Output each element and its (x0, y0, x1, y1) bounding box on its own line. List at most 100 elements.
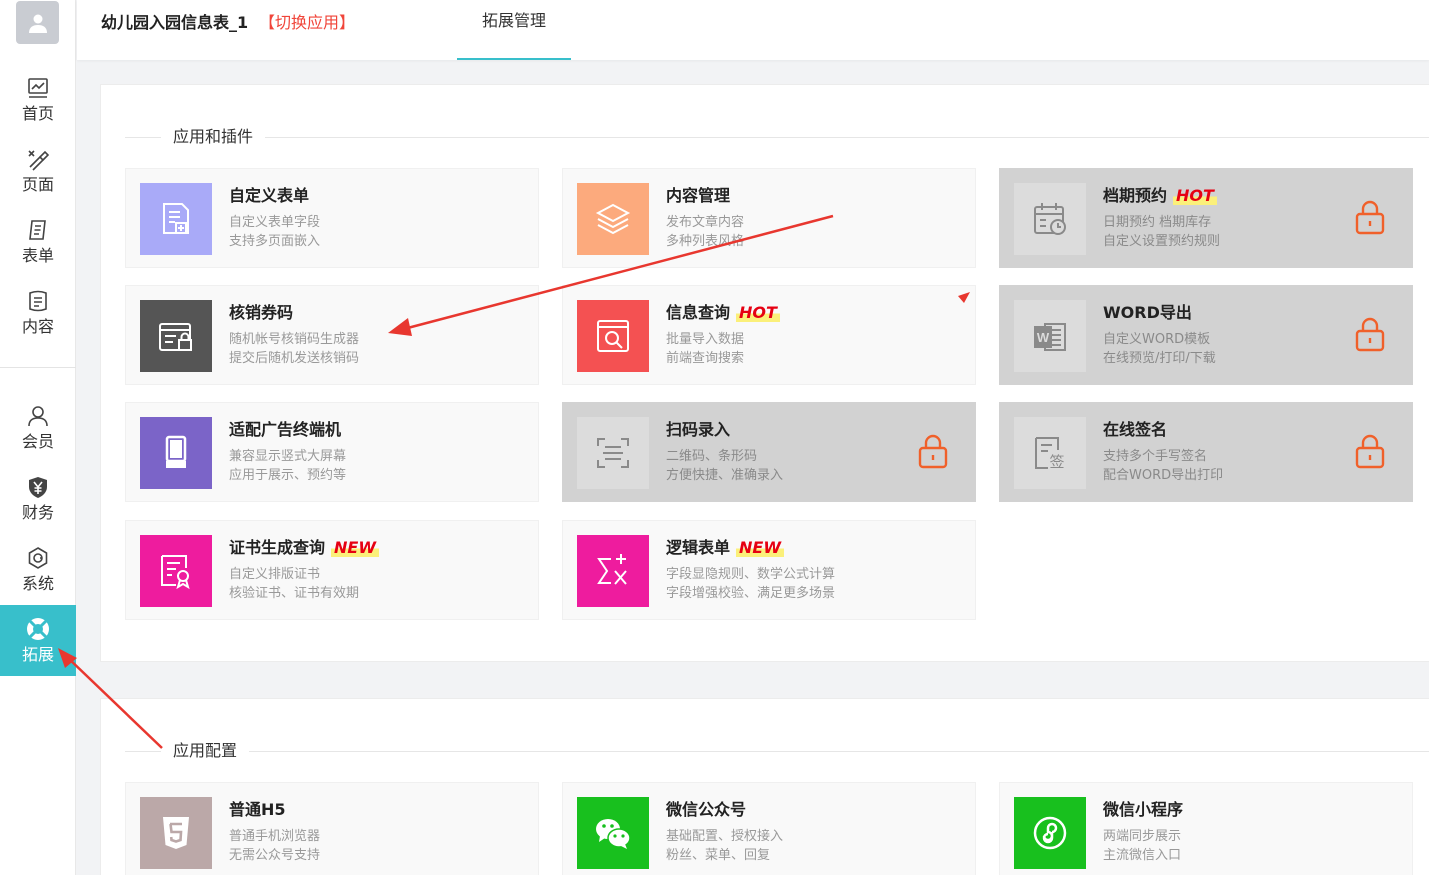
app-card[interactable]: 逻辑表单 NEW 字段显隐规则、数学公式计算 字段增强校验、满足更多场景 (562, 520, 976, 620)
signature-icon: 签 (1014, 417, 1086, 489)
card-description: 在线预览/打印/下载 (1103, 351, 1216, 366)
sidebar-divider (0, 367, 76, 368)
card-description: 方便快捷、准确录入 (666, 468, 784, 483)
doc-search-icon (577, 300, 649, 372)
card-title-text: 档期预约 (1103, 186, 1168, 205)
card-title: 内容管理 (666, 185, 730, 207)
sidebar-item-content[interactable]: 内容 (0, 277, 76, 348)
app-card[interactable]: W WORD导出 自定义WORD模板 在线预览/打印/下载 (999, 285, 1413, 385)
sidebar-item-page[interactable]: 页面 (0, 135, 76, 206)
sidebar-item-label: 财务 (21, 503, 54, 522)
miniprogram-icon (1014, 797, 1086, 869)
app-card[interactable]: 微信公众号 基础配置、授权接入 粉丝、菜单、回复 (562, 782, 976, 875)
app-card[interactable]: 内容管理 发布文章内容 多种列表风格 (562, 168, 976, 268)
card-description: 支持多页面嵌入 (229, 234, 321, 249)
card-title: 扫码录入 (666, 419, 730, 441)
card-description: 无需公众号支持 (229, 848, 321, 863)
sidebar-item-label: 会员 (21, 432, 54, 451)
card-title-text: WORD导出 (1103, 303, 1192, 322)
html5-icon (140, 797, 212, 869)
sidebar-item-extension[interactable]: 拓展 (0, 605, 76, 676)
sidebar-item-form[interactable]: 表单 (0, 206, 76, 277)
card-description: 主流微信入口 (1103, 848, 1182, 863)
card-title-text: 适配广告终端机 (229, 420, 342, 439)
card-title-text: 微信公众号 (666, 800, 747, 819)
card-title: 证书生成查询 NEW (229, 537, 379, 559)
card-badge: NEW (331, 538, 379, 557)
sidebar-item-finance[interactable]: 财务 (0, 463, 76, 534)
app-card[interactable]: 信息查询 HOT 批量导入数据 前端查询搜索 (562, 285, 976, 385)
svg-text:W: W (1037, 330, 1050, 345)
app-card[interactable]: 普通H5 普通手机浏览器 无需公众号支持 (125, 782, 539, 875)
switch-app-link[interactable]: 【切换应用】 (259, 12, 355, 34)
top-header: 幼儿园入园信息表_1 【切换应用】 拓展管理 (77, 0, 1429, 60)
gear-icon (25, 545, 51, 571)
card-description: 配合WORD导出打印 (1103, 468, 1224, 483)
calendar-clock-icon (1014, 183, 1086, 255)
form-icon (25, 217, 51, 243)
card-title: 自定义表单 (229, 185, 309, 207)
card-description: 普通手机浏览器 (229, 829, 321, 844)
card-title-text: 逻辑表单 (666, 538, 731, 557)
app-card[interactable]: 扫码录入 二维码、条形码 方便快捷、准确录入 (562, 402, 976, 502)
lock-icon (1354, 433, 1386, 469)
card-description: 应用于展示、预约等 (229, 468, 347, 483)
app-card[interactable]: 核销券码 随机帐号核销码生成器 提交后随机发送核销码 (125, 285, 539, 385)
card-title: 普通H5 (229, 799, 286, 821)
app-card[interactable]: 微信小程序两端同步展示 主流微信入口 (999, 782, 1413, 875)
sidebar: 首页 页面 表单 内容 会员 财务 系统 拓展 (0, 0, 76, 875)
card-title-text: 在线签名 (1103, 420, 1168, 439)
yen-shield-icon (25, 474, 51, 500)
card-description: 提交后随机发送核销码 (229, 351, 360, 366)
card-title-text: 自定义表单 (229, 186, 310, 205)
svg-text:签: 签 (1049, 453, 1064, 471)
card-title: WORD导出 (1103, 302, 1192, 324)
card-title: 信息查询 HOT (666, 302, 780, 324)
custom-form-icon (140, 183, 212, 255)
certificate-icon (140, 535, 212, 607)
card-title: 档期预约 HOT (1103, 185, 1217, 207)
app-card[interactable]: 档期预约 HOT 日期预约 档期库存 自定义设置预约规则 (999, 168, 1413, 268)
scan-icon (577, 417, 649, 489)
card-title-text: 核销券码 (229, 303, 294, 322)
card-title: 微信公众号 (666, 799, 746, 821)
content-icon (25, 288, 51, 314)
card-title-text: 内容管理 (666, 186, 731, 205)
card-description: 多种列表风格 (666, 234, 745, 249)
card-description: 支持多个手写签名 (1103, 449, 1208, 464)
card-description: 兼容显示竖式大屏幕 (229, 449, 347, 464)
card-title-text: 信息查询 (666, 303, 731, 322)
section-title: 应用配置 (161, 741, 250, 761)
sidebar-item-label: 系统 (21, 574, 54, 593)
card-description: 自定义表单字段 (229, 215, 321, 230)
card-title: 微信小程序 (1103, 799, 1183, 821)
card-description: 基础配置、授权接入 (666, 829, 784, 844)
card-description: 两端同步展示 (1103, 829, 1182, 844)
card-badge: HOT (736, 303, 780, 322)
section-divider (125, 137, 1429, 138)
sidebar-item-system[interactable]: 系统 (0, 534, 76, 605)
card-title-text: 证书生成查询 (229, 538, 326, 557)
user-avatar-icon (28, 14, 47, 33)
sidebar-item-label: 首页 (21, 104, 54, 123)
card-title: 在线签名 (1103, 419, 1167, 441)
tab-extension-management[interactable]: 拓展管理 (457, 0, 571, 60)
sidebar-item-member[interactable]: 会员 (0, 392, 76, 463)
kiosk-icon (140, 417, 212, 489)
app-card[interactable]: 证书生成查询 NEW 自定义排版证书 核验证书、证书有效期 (125, 520, 539, 620)
formula-icon (577, 535, 649, 607)
user-icon (25, 403, 51, 429)
card-description: 自定义排版证书 (229, 567, 321, 582)
app-card[interactable]: 自定义表单自定义表单字段 支持多页面嵌入 (125, 168, 539, 268)
app-card[interactable]: 签 在线签名支持多个手写签名配合WORD导出打印 (999, 402, 1413, 502)
app-card[interactable]: 适配广告终端机兼容显示竖式大屏幕 应用于展示、预约等 (125, 402, 539, 502)
chart-icon (25, 75, 51, 101)
avatar[interactable] (16, 1, 59, 44)
card-description: 字段增强校验、满足更多场景 (666, 586, 836, 601)
card-description: 字段显隐规则、数学公式计算 (666, 567, 836, 582)
card-title: 逻辑表单 NEW (666, 537, 784, 559)
sidebar-item-label: 页面 (21, 175, 54, 194)
card-badge: NEW (736, 538, 784, 557)
card-title-text: 普通H5 (229, 800, 286, 819)
sidebar-item-home[interactable]: 首页 (0, 64, 76, 135)
